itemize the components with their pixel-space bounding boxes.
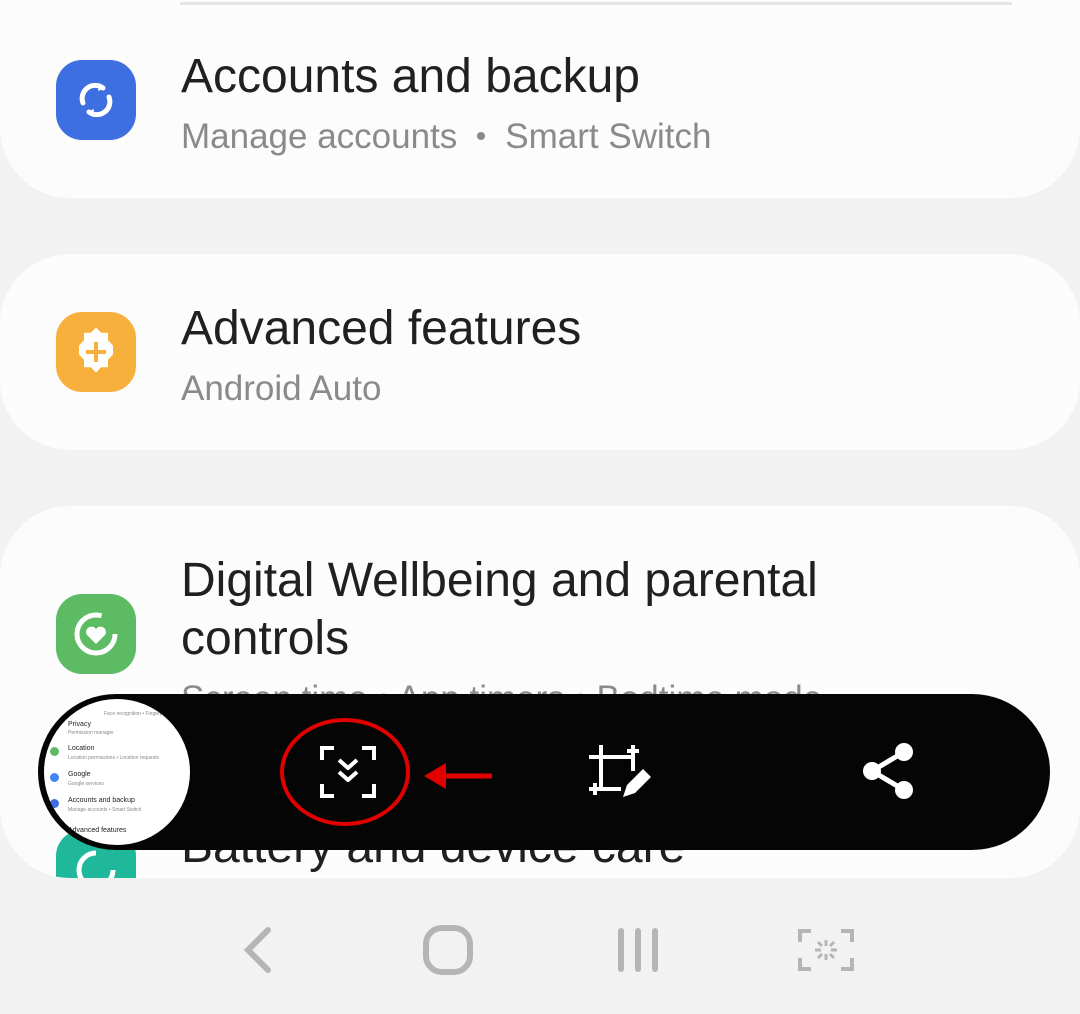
recents-button[interactable] [598,910,678,990]
subtitle-part: Smart Switch [505,117,712,156]
thumb-row: Privacy [68,721,91,728]
back-button[interactable] [218,910,298,990]
item-title: Accounts and backup [181,50,640,103]
screenshot-icon [798,929,854,971]
highlight-circle [280,718,410,826]
thumb-row: Location [68,745,95,752]
thumb-row: Google [68,771,91,778]
sync-icon [56,60,136,140]
google-dot [50,773,59,782]
item-subtitle: Manage accounts Smart Switch [181,116,711,158]
wellbeing-heart-icon [56,594,136,674]
back-icon [243,927,271,973]
thumb-row: Advanced features [68,827,127,834]
thumb-sub: Google services [68,781,104,787]
accounts-dot [50,799,59,808]
share-button[interactable] [858,740,918,802]
thumb-row: Accounts and backup [68,797,135,804]
screenshot-thumbnail[interactable]: Face recognition • Fingerprints Privacy … [44,699,190,845]
settings-card-accounts[interactable]: Accounts and backup Manage accounts Smart… [0,0,1080,198]
share-icon [863,743,913,799]
item-title-line1: Digital Wellbeing and parental [181,554,818,607]
thumb-sub: Manage accounts • Smart Switch [68,807,142,813]
crop-edit-icon [589,745,651,797]
thumb-top-text: Face recognition • Fingerprints [104,711,172,717]
separator-dot [477,131,486,140]
item-title: Advanced features [181,302,582,355]
item-title-line2: controls [181,612,350,665]
divider [180,2,1012,5]
thumb-sub: Permission manager [68,730,114,736]
settings-card-advanced[interactable]: Advanced features Android Auto [0,254,1080,450]
thumb-sub: Location permissions • Location requests [68,755,159,761]
recents-icon [618,928,658,972]
home-icon [423,925,473,975]
crop-edit-button[interactable] [584,740,654,806]
gear-plus-icon [56,312,136,392]
red-arrow [424,763,492,789]
home-button[interactable] [408,910,488,990]
screenshot-nav-button[interactable] [786,910,866,990]
subtitle-part: Manage accounts [181,117,458,156]
location-dot [50,747,59,756]
item-subtitle: Android Auto [181,369,382,408]
